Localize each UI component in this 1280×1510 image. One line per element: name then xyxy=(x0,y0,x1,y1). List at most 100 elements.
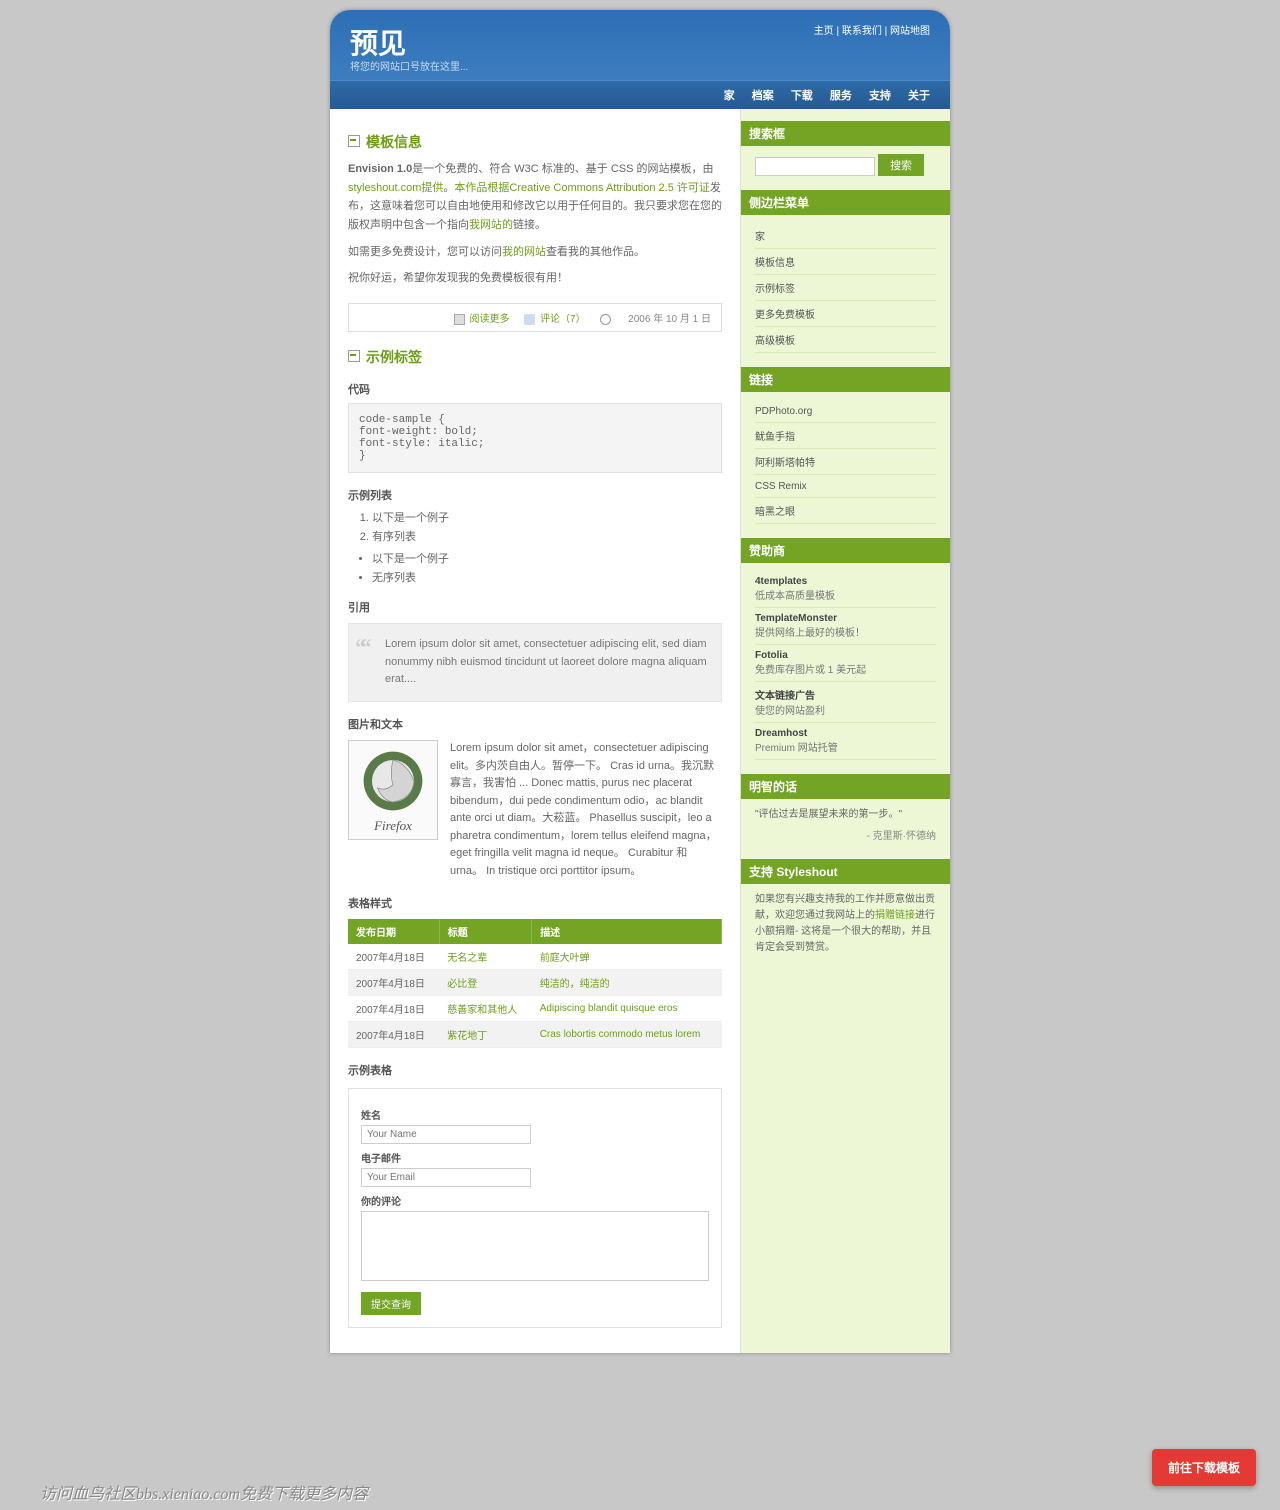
clock-icon xyxy=(600,314,611,325)
cell-title-link[interactable]: 无名之辈 xyxy=(447,953,487,964)
imgtext-heading: 图片和文本 xyxy=(348,716,722,732)
cell-date: 2007年4月18日 xyxy=(348,969,439,995)
table-row: 2007年4月18日紫花地丁 Cras lobortis commodo metu… xyxy=(348,1021,722,1047)
sidebar-link[interactable]: 家 xyxy=(755,232,765,243)
sidebar-link[interactable]: 模板信息 xyxy=(755,258,795,269)
document-icon xyxy=(454,314,465,325)
sidebar-link[interactable]: PDPhoto.org xyxy=(755,406,812,417)
sidebar-link[interactable]: 暗黑之眼 xyxy=(755,507,795,518)
sidebar-link[interactable]: 阿利斯塔帕特 xyxy=(755,458,815,469)
wise-heading: 明智的话 xyxy=(741,774,950,799)
email-label: 电子邮件 xyxy=(361,1150,709,1165)
table-heading: 表格样式 xyxy=(348,895,722,911)
image-text: Lorem ipsum dolor sit amet，consectetuer … xyxy=(450,740,722,881)
link-mysite2[interactable]: 我的网站 xyxy=(502,246,546,258)
list-item: PDPhoto.org xyxy=(755,400,936,423)
sponsor-item[interactable]: DreamhostPremium 网站托管 xyxy=(755,723,936,760)
cell-date: 2007年4月18日 xyxy=(348,1021,439,1047)
comment-label: 你的评论 xyxy=(361,1193,709,1208)
nav-download[interactable]: 下载 xyxy=(791,90,813,102)
search-button[interactable] xyxy=(878,154,924,176)
post1-p2: 如需更多免费设计，您可以访问我的网站查看我的其他作品。 xyxy=(348,243,722,262)
sidebar-link[interactable]: 示例标签 xyxy=(755,284,795,295)
th-desc: 描述 xyxy=(532,919,722,944)
nav-archive[interactable]: 档案 xyxy=(752,90,774,102)
toplink-sitemap[interactable]: 网站地图 xyxy=(890,26,930,37)
toplink-home[interactable]: 主页 xyxy=(814,26,834,37)
sidebar: 搜索框 侧边栏菜单 家模板信息示例标签更多免费模板高级模板 链接 PDPhoto… xyxy=(740,109,950,1353)
post-date: 2006 年 10 月 1 日 xyxy=(628,314,711,325)
comments-link[interactable]: 评论（7） xyxy=(540,314,586,325)
submit-button[interactable] xyxy=(361,1292,421,1315)
support-heading: 支持 Styleshout xyxy=(741,859,950,884)
sponsors-heading: 赞助商 xyxy=(741,538,950,563)
cell-title-link[interactable]: 慈善家和其他人 xyxy=(447,1005,517,1016)
list-item: 家 xyxy=(755,223,936,249)
search-input[interactable] xyxy=(755,157,875,176)
sponsor-item[interactable]: 文本链接广告使您的网站盈利 xyxy=(755,682,936,723)
name-input[interactable] xyxy=(361,1125,531,1144)
link-styleshout[interactable]: styleshout.com提供 xyxy=(348,182,443,194)
list-item: CSS Remix xyxy=(755,475,936,498)
cell-date: 2007年4月18日 xyxy=(348,995,439,1021)
sponsor-item[interactable]: TemplateMonster提供网络上最好的模板！ xyxy=(755,608,936,645)
sponsor-item[interactable]: 4templates低成本高质量模板 xyxy=(755,571,936,608)
post-meta: 阅读更多 评论（7） 2006 年 10 月 1 日 xyxy=(348,303,722,332)
comment-textarea[interactable] xyxy=(361,1211,709,1281)
cell-desc-link[interactable]: 纯洁的，纯洁的 xyxy=(540,979,610,990)
readmore-link[interactable]: 阅读更多 xyxy=(469,314,509,325)
cell-title-link[interactable]: 必比登 xyxy=(447,979,477,990)
list-item: 示例标签 xyxy=(755,275,936,301)
list-heading: 示例列表 xyxy=(348,487,722,503)
sidebar-link[interactable]: CSS Remix xyxy=(755,481,807,492)
list-item: 高级模板 xyxy=(755,327,936,353)
nav-support[interactable]: 支持 xyxy=(869,90,891,102)
quote-text: "评估过去是展望未来的第一步。" xyxy=(755,807,936,823)
email-input[interactable] xyxy=(361,1168,531,1187)
support-text: 如果您有兴趣支持我的工作并愿意做出贡献，欢迎您通过我网站上的捐赠链接进行小额捐赠… xyxy=(755,892,936,956)
ordered-list: 以下是一个例子 有序列表 xyxy=(372,509,722,544)
th-date: 发布日期 xyxy=(348,919,439,944)
main-column: 模板信息 Envision 1.0是一个免费的、符合 W3C 标准的、基于 CS… xyxy=(330,109,740,1353)
sample-form: 姓名 电子邮件 你的评论 xyxy=(348,1088,722,1328)
nav-service[interactable]: 服务 xyxy=(830,90,852,102)
cell-title-link[interactable]: 紫花地丁 xyxy=(447,1031,487,1042)
list-item: 以下是一个例子 xyxy=(372,509,722,525)
firefox-icon xyxy=(358,746,428,816)
blockquote: Lorem ipsum dolor sit amet, consectetuer… xyxy=(348,623,722,702)
sidebar-link[interactable]: 更多免费模板 xyxy=(755,310,815,321)
sidebar-link[interactable]: 高级模板 xyxy=(755,336,795,347)
name-label: 姓名 xyxy=(361,1107,709,1122)
list-item: 有序列表 xyxy=(372,528,722,544)
comment-icon xyxy=(524,314,535,325)
list-item: 模板信息 xyxy=(755,249,936,275)
unordered-list: 以下是一个例子 无序列表 xyxy=(372,550,722,585)
main-nav: 家 档案 下载 服务 支持 关于 xyxy=(330,80,950,109)
link-mysite[interactable]: 我网站的 xyxy=(469,219,513,231)
donate-link[interactable]: 捐赠链接 xyxy=(875,910,915,921)
header: 主页 | 联系我们 | 网站地图 预见 将您的网站口号放在这里... xyxy=(330,10,950,80)
table-row: 2007年4月18日慈善家和其他人 Adipiscing blandit quis… xyxy=(348,995,722,1021)
code-sample: code-sample { font-weight: bold; font-st… xyxy=(348,403,722,473)
top-links: 主页 | 联系我们 | 网站地图 xyxy=(814,22,930,37)
site-slogan: 将您的网站口号放在这里... xyxy=(350,58,930,73)
toplink-contact[interactable]: 联系我们 xyxy=(842,26,882,37)
table-row: 2007年4月18日必比登 纯洁的，纯洁的 xyxy=(348,969,722,995)
list-item: 暗黑之眼 xyxy=(755,498,936,524)
quote-heading: 引用 xyxy=(348,599,722,615)
wise-quote: "评估过去是展望未来的第一步。" - 克里斯·怀德纳 xyxy=(755,807,936,845)
quote-attribution: - 克里斯·怀德纳 xyxy=(755,829,936,845)
form-heading: 示例表格 xyxy=(348,1062,722,1078)
cell-desc-link[interactable]: Cras lobortis commodo metus lorem xyxy=(540,1029,701,1040)
link-cc[interactable]: 本作品根据Creative Commons Attribution 2.5 许可… xyxy=(454,182,710,194)
download-promo-button[interactable]: 前往下载模板 xyxy=(1152,1449,1256,1486)
sidebar-link[interactable]: 鱿鱼手指 xyxy=(755,432,795,443)
cell-desc-link[interactable]: Adipiscing blandit quisque eros xyxy=(540,1003,678,1014)
list-item: 以下是一个例子 xyxy=(372,550,722,566)
nav-home[interactable]: 家 xyxy=(724,90,735,102)
list-item: 无序列表 xyxy=(372,569,722,585)
sponsor-item[interactable]: Fotolia免费库存图片或 1 美元起 xyxy=(755,645,936,682)
search-heading: 搜索框 xyxy=(741,121,950,146)
nav-about[interactable]: 关于 xyxy=(908,90,930,102)
cell-desc-link[interactable]: 前庭大叶蝉 xyxy=(540,953,590,964)
